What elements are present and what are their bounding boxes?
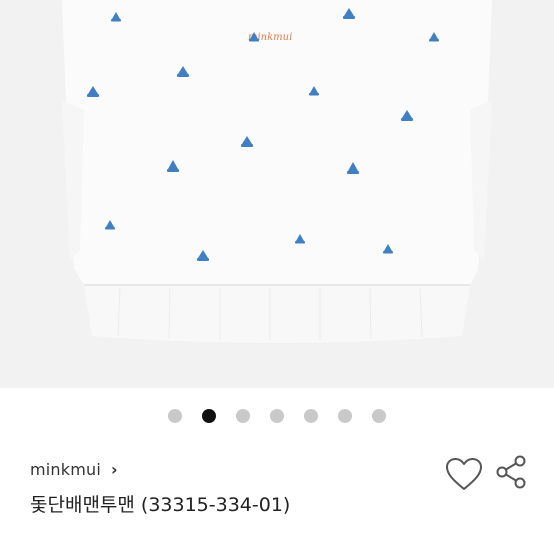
carousel-dot[interactable] <box>270 409 284 423</box>
carousel-indicator <box>0 408 554 424</box>
like-button[interactable] <box>444 456 484 492</box>
carousel-dot[interactable] <box>304 409 318 423</box>
share-icon <box>496 455 526 489</box>
carousel-dot[interactable] <box>202 409 216 423</box>
product-title: 돛단배맨투맨 (33315-334-01) <box>30 494 291 516</box>
carousel-dot[interactable] <box>236 409 250 423</box>
sweatshirt-illustration: minkmui <box>62 0 492 343</box>
carousel-dot[interactable] <box>372 409 386 423</box>
heart-icon <box>446 458 482 490</box>
chevron-right-icon: › <box>111 460 118 479</box>
carousel-dot[interactable] <box>168 409 182 423</box>
carousel-dot[interactable] <box>338 409 352 423</box>
product-image[interactable]: minkmui <box>0 0 554 388</box>
share-button[interactable] <box>494 454 528 490</box>
brand-link[interactable]: minkmui › <box>30 460 118 479</box>
brand-name: minkmui <box>30 460 102 479</box>
